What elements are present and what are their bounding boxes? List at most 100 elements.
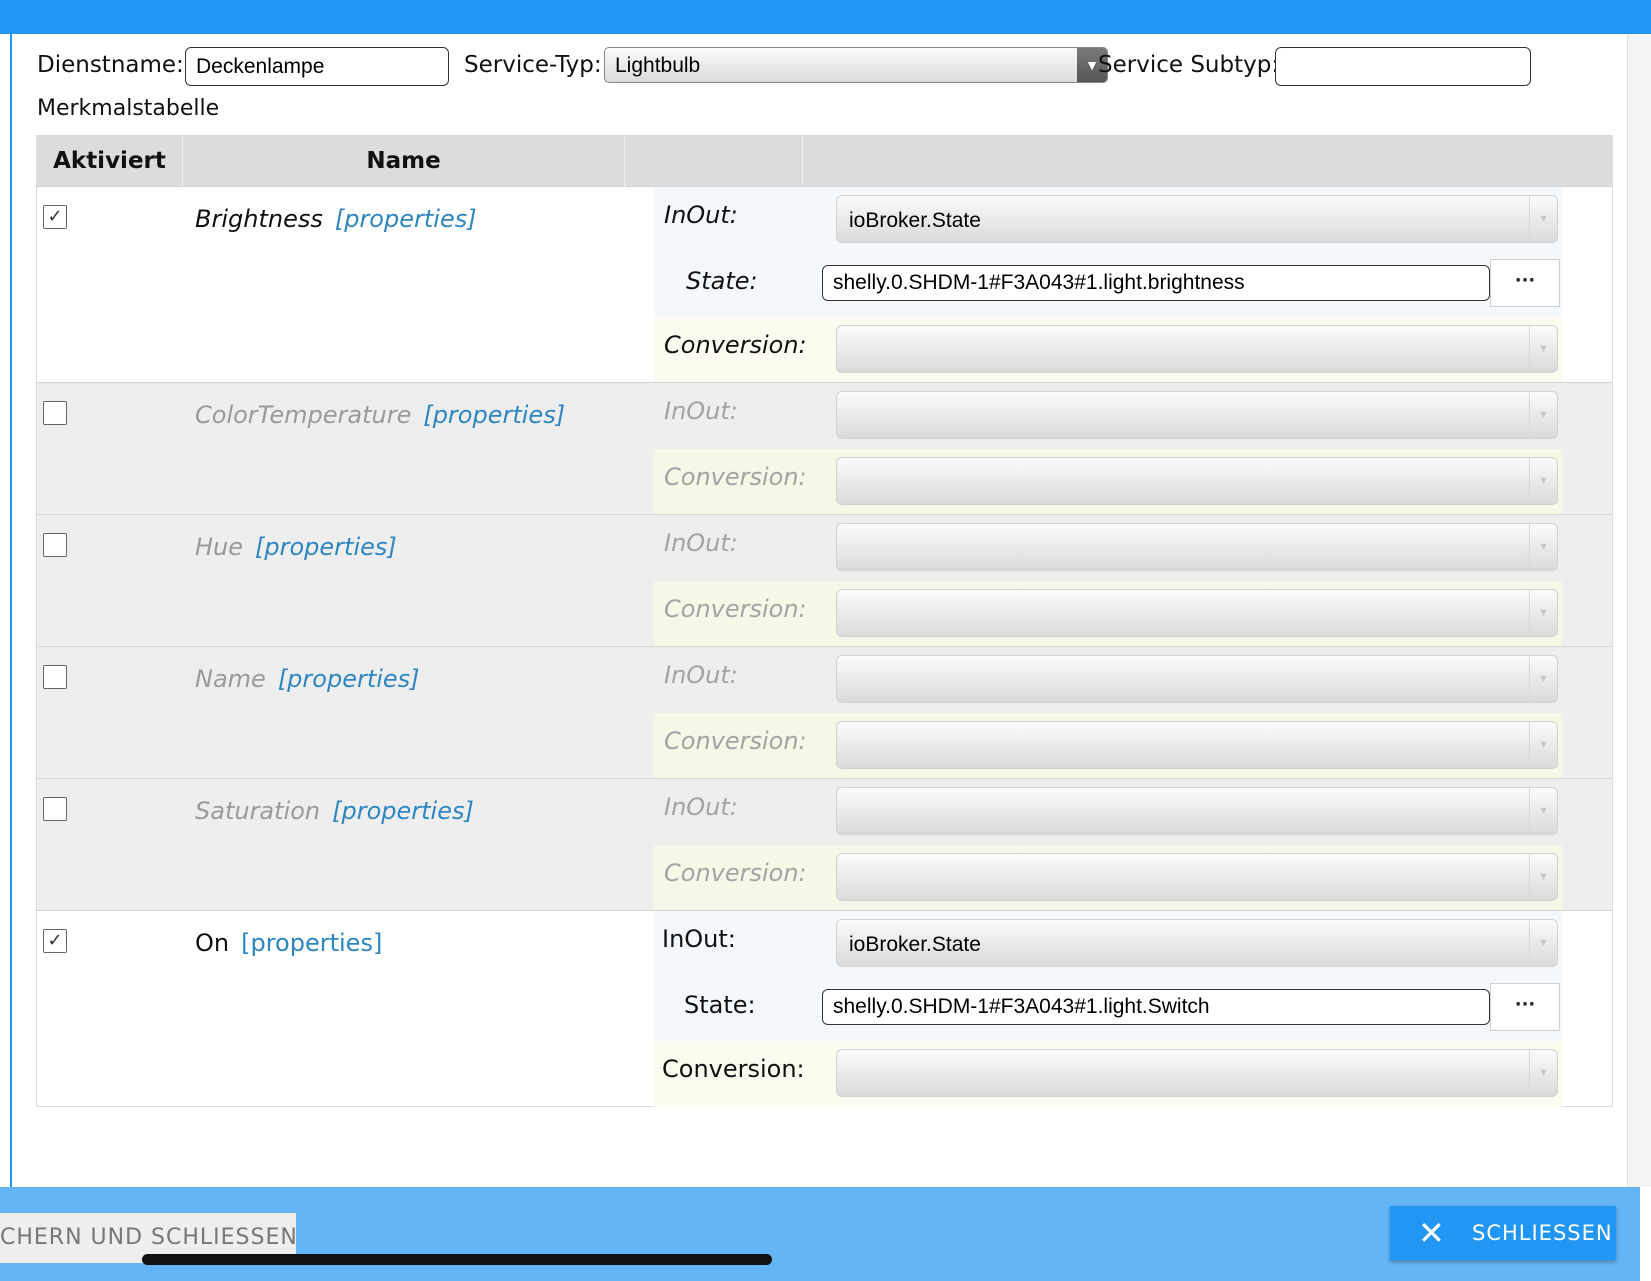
chevron-down-icon: ▼ (1529, 788, 1557, 834)
close-icon: ✕ (1418, 1214, 1446, 1252)
conversion-label: Conversion: (664, 595, 807, 623)
characteristic-name-label: ColorTemperature (195, 401, 412, 429)
characteristic-name: Name [properties] (195, 665, 420, 693)
properties-link[interactable]: [properties] (255, 533, 397, 561)
properties-link[interactable]: [properties] (423, 401, 565, 429)
state-picker-button[interactable]: ··· (1490, 983, 1560, 1031)
state-row: State: ··· (654, 979, 1562, 1041)
service-type-label: Service-Typ: (464, 52, 602, 78)
characteristic-name: Hue [properties] (195, 533, 397, 561)
characteristic-name-label: Name (195, 665, 266, 693)
conversion-label: Conversion: (662, 1055, 805, 1083)
service-name-input[interactable] (185, 47, 449, 86)
conversion-select[interactable]: ▼ (836, 589, 1558, 637)
inout-label: InOut: (664, 529, 738, 557)
enabled-checkbox[interactable] (43, 665, 67, 689)
inout-row: InOut: ▼ (654, 647, 1562, 713)
inout-select[interactable]: ▼ (836, 655, 1558, 703)
conversion-select[interactable]: ▼ (836, 325, 1558, 373)
enabled-checkbox[interactable] (43, 401, 67, 425)
chevron-down-icon: ▼ (1529, 722, 1557, 768)
inout-label: InOut: (664, 793, 738, 821)
inout-select[interactable]: ioBroker.State ▼ (836, 195, 1558, 243)
inout-select[interactable]: ioBroker.State ▼ (836, 919, 1558, 967)
conversion-row: Conversion: ▼ (654, 1041, 1562, 1107)
conversion-select[interactable]: ▼ (836, 457, 1558, 505)
chevron-down-icon: ▼ (1529, 196, 1557, 242)
conversion-select[interactable]: ▼ (836, 721, 1558, 769)
conversion-row: Conversion: ▼ (654, 713, 1562, 779)
chevron-down-icon: ▼ (1529, 392, 1557, 438)
characteristic-name-label: On (195, 929, 230, 957)
service-name-label: Dienstname: (37, 52, 184, 78)
characteristic-name: Brightness [properties] (195, 205, 477, 233)
characteristics-table-caption: Merkmalstabelle (37, 96, 220, 121)
table-row-colortemperature: ColorTemperature [properties] InOut: ▼ Co… (37, 382, 1612, 515)
characteristic-name: ColorTemperature [properties] (195, 401, 565, 429)
table-row-hue: Hue [properties] InOut: ▼ Conversion: ▼ (37, 514, 1612, 647)
service-header: Dienstname: Service-Typ: Lightbulb ▼ Ser… (37, 44, 1617, 86)
conversion-label: Conversion: (664, 727, 807, 755)
inout-label: InOut: (664, 661, 738, 689)
inout-row: InOut: ▼ (654, 779, 1562, 845)
enabled-checkbox[interactable] (43, 533, 67, 557)
state-input[interactable] (822, 989, 1490, 1025)
chevron-down-icon: ▼ (1529, 590, 1557, 636)
conversion-row: Conversion: ▼ (654, 317, 1562, 383)
properties-link[interactable]: [properties] (335, 205, 477, 233)
chevron-down-icon: ▼ (1529, 524, 1557, 570)
chevron-down-icon: ▼ (1529, 656, 1557, 702)
characteristic-name-label: Saturation (195, 797, 321, 825)
inout-row: InOut: ▼ (654, 383, 1562, 449)
characteristic-name: Saturation [properties] (195, 797, 474, 825)
state-row: State: ··· (654, 255, 1562, 317)
enabled-checkbox[interactable]: ✓ (43, 205, 67, 229)
inout-select[interactable]: ▼ (836, 523, 1558, 571)
inout-select[interactable]: ▼ (836, 787, 1558, 835)
conversion-label: Conversion: (664, 859, 807, 887)
conversion-row: Conversion: ▼ (654, 449, 1562, 515)
properties-link[interactable]: [properties] (278, 665, 420, 693)
conversion-row: Conversion: ▼ (654, 845, 1562, 911)
service-dialog: Dienstname: Service-Typ: Lightbulb ▼ Ser… (10, 34, 1640, 1187)
state-input[interactable] (822, 265, 1490, 301)
service-subtype-input[interactable] (1275, 47, 1531, 86)
chevron-down-icon: ▼ (1529, 1050, 1557, 1096)
service-type-select[interactable]: Lightbulb ▼ (604, 47, 1108, 83)
inout-label: InOut: (664, 397, 738, 425)
dialog-scrollbar[interactable] (1627, 34, 1651, 1187)
enabled-checkbox[interactable] (43, 797, 67, 821)
characteristic-name-label: Brightness (195, 205, 323, 233)
conversion-select[interactable]: ▼ (836, 1049, 1558, 1097)
state-label: State: (684, 991, 756, 1019)
inout-value: ioBroker.State (849, 933, 981, 956)
chevron-down-icon: ▼ (1529, 326, 1557, 372)
characteristic-name: On [properties] (195, 929, 382, 957)
column-header-name: Name (366, 148, 441, 174)
conversion-label: Conversion: (664, 331, 807, 359)
home-indicator (142, 1254, 772, 1265)
table-row-name: Name [properties] InOut: ▼ Conversion: ▼ (37, 646, 1612, 779)
close-button[interactable]: ✕ SCHLIESSEN (1390, 1206, 1616, 1260)
state-picker-button[interactable]: ··· (1490, 259, 1560, 307)
close-button-label: SCHLIESSEN (1472, 1221, 1613, 1245)
properties-link[interactable]: [properties] (241, 929, 382, 957)
enabled-checkbox[interactable]: ✓ (43, 929, 67, 953)
chevron-down-icon: ▼ (1529, 458, 1557, 504)
dialog-title-bar (0, 0, 1651, 34)
conversion-select[interactable]: ▼ (836, 853, 1558, 901)
conversion-label: Conversion: (664, 463, 807, 491)
column-divider (802, 136, 803, 186)
inout-label: InOut: (662, 925, 736, 953)
table-row-brightness: ✓ Brightness [properties] InOut: ioBroker… (37, 186, 1612, 383)
table-header: Aktiviert Name (37, 136, 1612, 186)
characteristics-table: Aktiviert Name ✓ Brightness [properties] … (36, 135, 1613, 1107)
inout-row: InOut: ▼ (654, 515, 1562, 581)
inout-select[interactable]: ▼ (836, 391, 1558, 439)
characteristic-name-label: Hue (195, 533, 244, 561)
chevron-down-icon: ▼ (1529, 920, 1557, 966)
column-header-enabled: Aktiviert (53, 148, 166, 174)
service-subtype-label: Service Subtyp: (1098, 52, 1280, 78)
table-row-on: ✓ On [properties] InOut: ioBroker.State ▼… (37, 910, 1612, 1107)
properties-link[interactable]: [properties] (332, 797, 474, 825)
